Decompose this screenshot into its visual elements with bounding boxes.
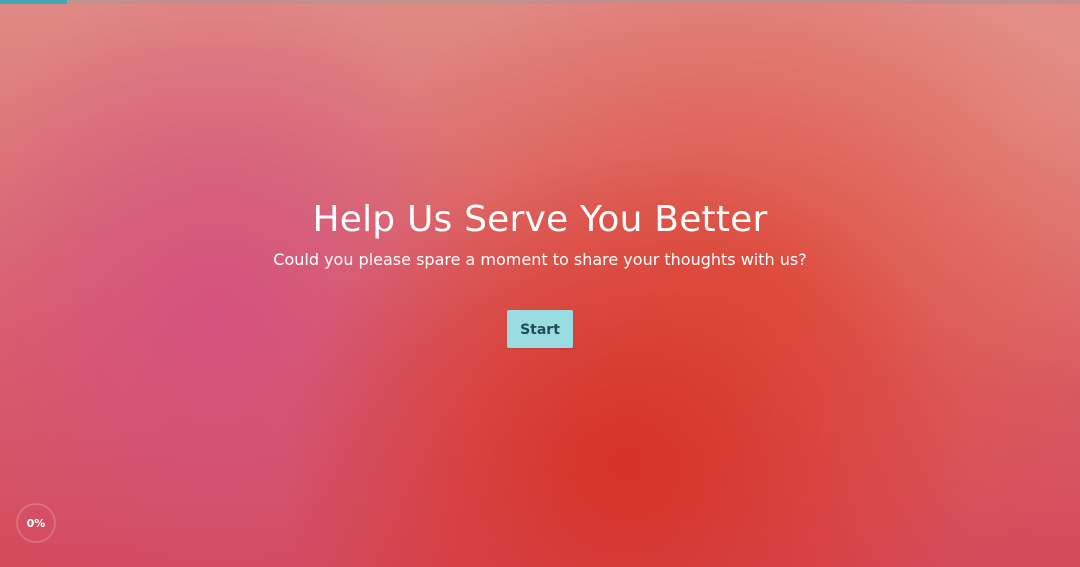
start-button[interactable]: Start bbox=[507, 310, 573, 348]
top-progress-bar bbox=[0, 0, 1080, 4]
progress-percent: 0% bbox=[26, 516, 46, 530]
survey-title: Help Us Serve You Better bbox=[312, 199, 768, 240]
welcome-section: Help Us Serve You Better Could you pleas… bbox=[0, 197, 1080, 271]
top-progress-bar-fill bbox=[0, 0, 67, 4]
progress-indicator: 0% bbox=[16, 503, 56, 543]
survey-subtitle: Could you please spare a moment to share… bbox=[273, 250, 807, 269]
